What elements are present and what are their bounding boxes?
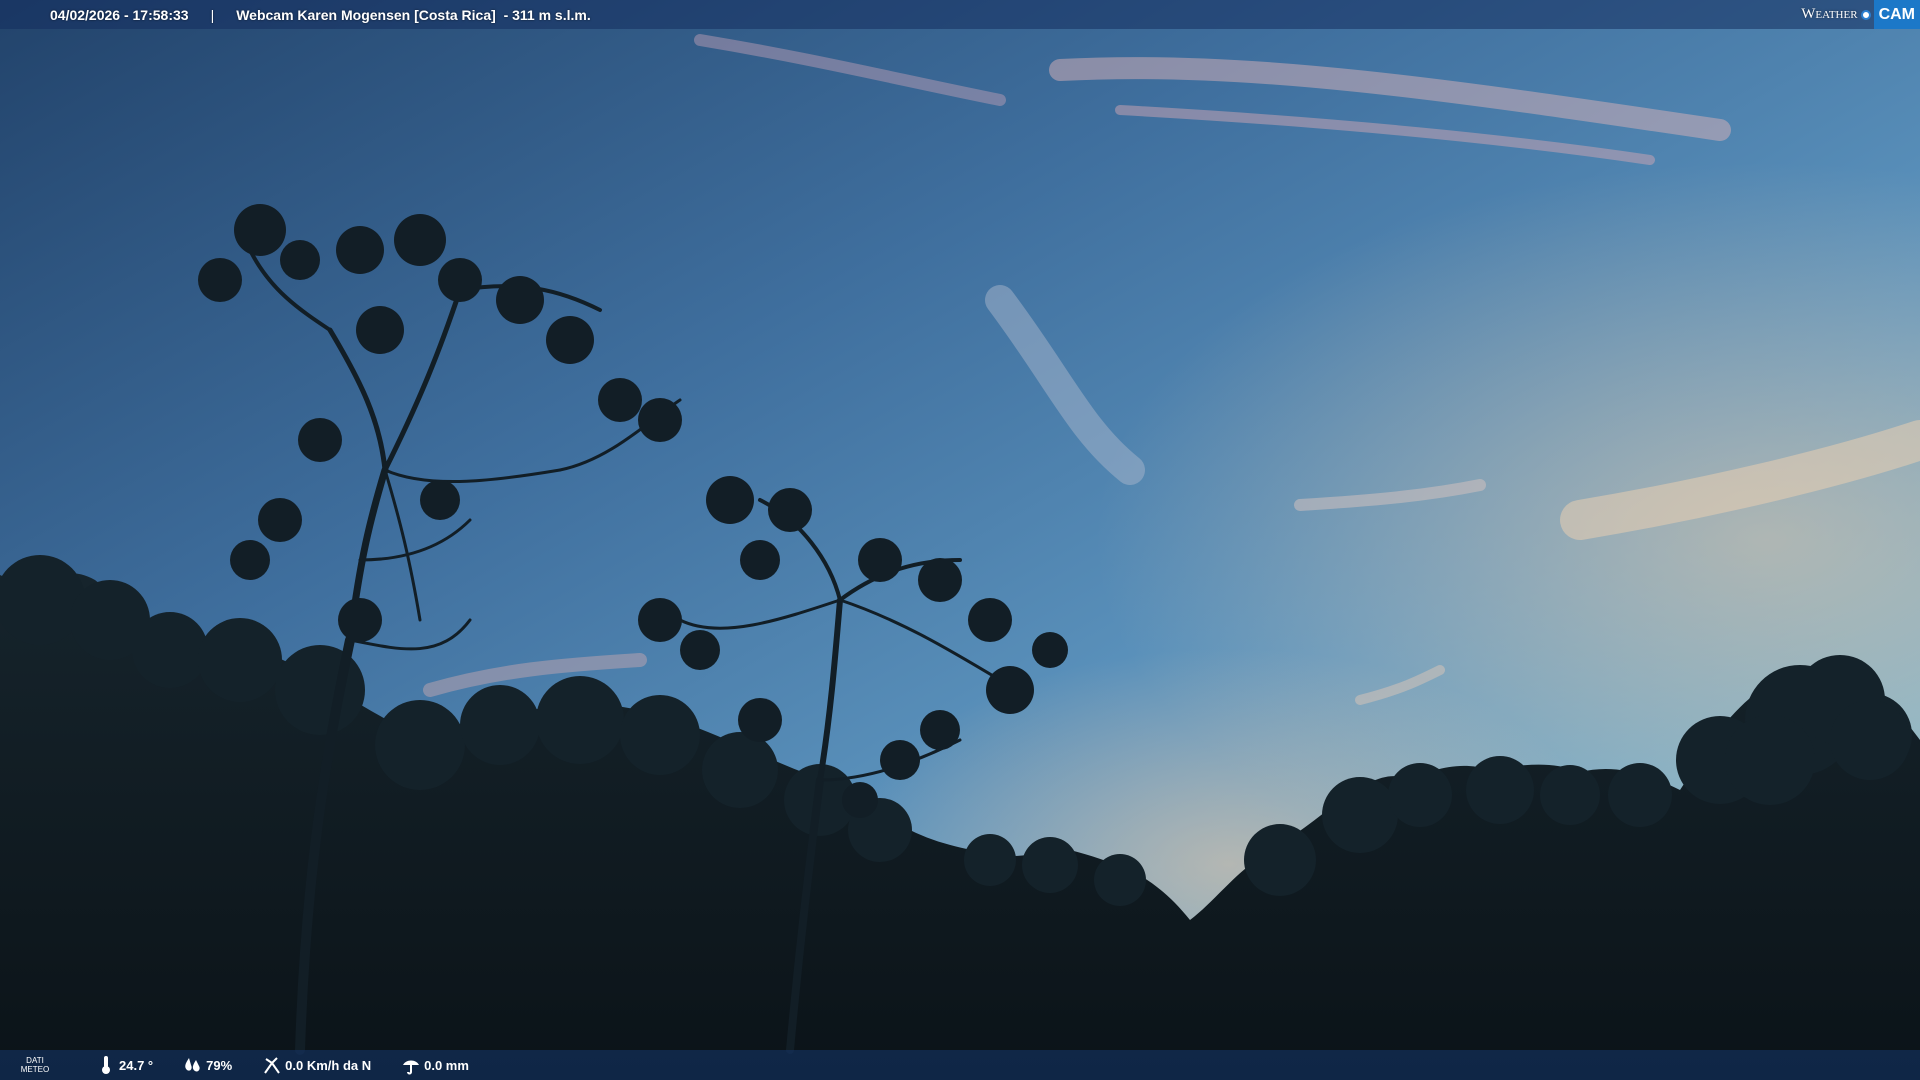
wind-reading: 0.0 Km/h da N bbox=[262, 1055, 371, 1075]
thermometer-icon bbox=[96, 1055, 116, 1075]
weather-data-bar: DATI METEO 24.7 ° 79% 0.0 Km/h da N 0.0 … bbox=[0, 1050, 1920, 1080]
temperature-value: 24.7 ° bbox=[119, 1057, 154, 1073]
webcam-frame: 04/02/2026 - 17:58:33 | Webcam Karen Mog… bbox=[0, 0, 1920, 1080]
webcam-image bbox=[0, 0, 1920, 1080]
wind-icon bbox=[262, 1055, 282, 1075]
wind-value: 0.0 Km/h da N bbox=[285, 1057, 372, 1073]
logo-dot-icon bbox=[1860, 9, 1871, 20]
temperature-reading: 24.7 ° bbox=[96, 1055, 153, 1075]
humidity-drops-icon bbox=[183, 1055, 203, 1075]
webcam-title: Webcam Karen Mogensen [Costa Rica] - 311… bbox=[236, 6, 591, 23]
separator: | bbox=[210, 6, 215, 23]
humidity-reading: 79% bbox=[183, 1055, 232, 1075]
rain-icon bbox=[401, 1055, 421, 1075]
top-info-bar: 04/02/2026 - 17:58:33 | Webcam Karen Mog… bbox=[0, 0, 1920, 29]
weathercam-logo: Weather CAM bbox=[1801, 0, 1920, 29]
weather-data-label: DATI METEO bbox=[20, 1056, 50, 1074]
rain-value: 0.0 mm bbox=[424, 1057, 469, 1073]
rain-reading: 0.0 mm bbox=[401, 1055, 469, 1075]
humidity-value: 79% bbox=[206, 1057, 233, 1073]
logo-weather-text: Weather bbox=[1801, 6, 1858, 22]
logo-cam-text: CAM bbox=[1873, 0, 1920, 29]
timestamp: 04/02/2026 - 17:58:33 bbox=[50, 6, 189, 23]
